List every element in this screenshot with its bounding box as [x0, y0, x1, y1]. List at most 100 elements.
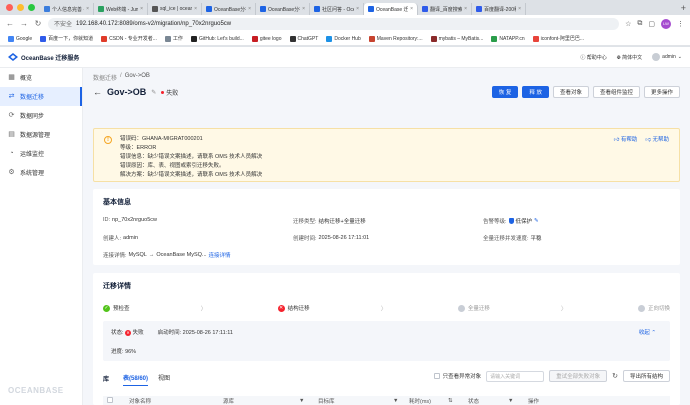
bookmark-label: GitHub: Let's build... [198, 35, 244, 42]
view-monitor-button[interactable]: 查看组件监控 [592, 86, 640, 98]
bookmark-item[interactable]: Google [8, 35, 32, 42]
close-tab-icon[interactable]: × [410, 6, 413, 12]
tab-favicon-icon [314, 6, 320, 12]
browser-tab[interactable]: 社区问答 - Ocean× [310, 3, 364, 15]
tab-views[interactable]: 视图 [158, 373, 170, 386]
browser-tab[interactable]: OceanBase 迁移服× [364, 3, 418, 15]
source-db-type: MySQL [128, 252, 147, 258]
close-tab-icon[interactable]: × [464, 6, 467, 12]
sidebar-item[interactable]: ▦ 概览 [0, 68, 82, 87]
browser-tab[interactable]: 百度翻译-200种 × [472, 3, 526, 15]
bookmark-item[interactable]: NATAPP.cn [491, 35, 525, 42]
back-nav-icon[interactable]: ← [6, 19, 14, 28]
created-time-value: 2025-08-26 17:11:01 [318, 235, 370, 241]
bookmark-label: iconfont-阿里巴巴... [540, 36, 584, 42]
browser-tab[interactable]: OceanBase分布式× [202, 3, 256, 15]
close-tab-icon[interactable]: × [302, 6, 305, 12]
sidepanel-icon[interactable]: ▢ [648, 20, 655, 28]
step-switch[interactable]: 正向切换 [637, 304, 670, 312]
tab-favicon-icon [152, 6, 158, 12]
filter-icon[interactable]: ▼ [393, 398, 398, 404]
tab-tables[interactable]: 表(58/60) [123, 373, 149, 386]
view-objects-button[interactable]: 查看对象 [552, 86, 589, 98]
sort-icon[interactable]: ⇅ [448, 398, 453, 404]
retry-failed-button[interactable]: 重试全部失败对象 [549, 370, 608, 382]
close-tab-icon[interactable]: × [248, 6, 251, 12]
menu-icon[interactable]: ⋮ [677, 20, 684, 28]
bookmark-item[interactable]: gitee logo [251, 35, 282, 42]
sidebar-item[interactable]: ⇄ 数据迁移 [0, 87, 82, 106]
step-schema[interactable]: ✕ 结构迁移 [277, 304, 310, 312]
bookmark-item[interactable]: iconfont-阿里巴巴... [532, 35, 584, 42]
edit-icon[interactable]: ✎ [151, 89, 156, 96]
breadcrumb-separator: / [120, 73, 122, 79]
bookmark-star-icon[interactable]: ☆ [625, 20, 631, 28]
sidebar-item[interactable]: ▤ 数据源管理 [0, 125, 82, 144]
step-precheck[interactable]: ✓ 预检查 [103, 304, 130, 312]
bookmark-item[interactable]: mybatis – MyBatis... [430, 35, 483, 42]
bookmark-item[interactable]: 工作 [164, 35, 183, 42]
breadcrumb-parent[interactable]: 数据迁移 [93, 73, 117, 82]
progress-value: 96% [125, 349, 137, 355]
reload-icon[interactable]: ↻ [34, 19, 42, 28]
browser-tab[interactable]: OceanBase分布式× [256, 3, 310, 15]
more-actions-button[interactable]: 更多操作 [643, 86, 680, 98]
connection-details-link[interactable]: 连接详情 [209, 251, 231, 259]
user-menu[interactable]: admin ⌄ [652, 53, 682, 61]
bookmark-item[interactable]: ChatGPT [289, 35, 318, 42]
bookmark-item[interactable]: GitHub: Let's build... [190, 35, 244, 42]
unhelpful-button[interactable]: 👎︎ 无帮助 [645, 135, 669, 143]
edit-alert-icon[interactable]: ✎ [534, 218, 539, 224]
extensions-icon[interactable]: ⧉ [637, 20, 642, 28]
forward-nav-icon[interactable]: → [20, 19, 28, 28]
release-button[interactable]: 释 放 [522, 86, 549, 98]
bookmark-item[interactable]: CSDN - 专业开发者... [101, 35, 157, 42]
bookmark-item[interactable]: Maven Repository:... [368, 35, 423, 42]
address-bar: ← → ↻ 不安全 192.168.40.172:8089/oms-v2/mig… [0, 15, 690, 32]
check-icon: ✓ [103, 304, 110, 312]
tab-favicon-icon [476, 6, 482, 12]
close-window-button[interactable] [6, 4, 13, 11]
only-abnormal-checkbox[interactable]: 只查看异常对象 [433, 372, 482, 380]
new-tab-button[interactable]: + [677, 3, 690, 13]
bookmark-item[interactable]: 百度一下，你就知道 [40, 35, 93, 42]
creator-value: admin [123, 235, 139, 241]
filter-icon[interactable]: ▼ [508, 398, 513, 404]
language-switch[interactable]: 🌐︎ 简体中文 [617, 54, 642, 61]
sidebar-item[interactable]: ⚙ 系统管理 [0, 163, 82, 182]
back-arrow-icon[interactable]: ← [93, 87, 102, 97]
bookmark-label: gitee logo [259, 35, 282, 42]
helpful-button[interactable]: 👍︎ 有帮助 [614, 135, 638, 143]
bookmark-item[interactable]: Docker Hub [326, 35, 361, 42]
maximize-window-button[interactable] [28, 4, 35, 11]
browser-tab[interactable]: Web终端 - Jump× [94, 3, 148, 15]
url-field[interactable]: 不安全 192.168.40.172:8089/oms-v2/migration… [48, 17, 620, 30]
step-full[interactable]: 全量迁移 [457, 304, 490, 312]
close-tab-icon[interactable]: × [518, 6, 521, 12]
collapse-button[interactable]: 收起 ⌃ [639, 328, 656, 336]
sidebar-item[interactable]: ◔ 运维监控 [0, 144, 82, 163]
resume-button[interactable]: 恢 复 [491, 86, 519, 98]
help-center-link[interactable]: ⓘ 帮助中心 [580, 54, 606, 61]
sidebar-item-label: 概览 [20, 76, 33, 82]
search-input[interactable]: 请输入关键词 [486, 370, 545, 382]
export-structure-button[interactable]: 导出所有结构 [622, 370, 670, 382]
minimize-window-button[interactable] [17, 4, 24, 11]
only-abnormal-label: 只查看异常对象 [442, 374, 482, 380]
browser-tab[interactable]: sql_ice | ocean × [148, 3, 202, 15]
step-arrow-icon: 〉 [380, 306, 387, 313]
sidebar-item[interactable]: ⟳ 数据同步 [0, 106, 82, 125]
close-tab-icon[interactable]: × [140, 6, 143, 12]
select-all-checkbox[interactable] [107, 396, 113, 405]
close-tab-icon[interactable]: × [86, 6, 89, 12]
start-time-value: 2025-08-26 17:11:11 [182, 330, 233, 336]
profile-avatar[interactable]: LW [661, 18, 671, 29]
close-tab-icon[interactable]: × [356, 6, 359, 12]
filter-icon[interactable]: ▼ [299, 398, 304, 404]
close-tab-icon[interactable]: × [194, 6, 197, 12]
browser-tab[interactable]: 翻译_百度搜索 × [418, 3, 472, 15]
refresh-icon[interactable]: ↻ [612, 372, 618, 380]
brand-logo[interactable]: OceanBase 迁移服务 [8, 53, 79, 62]
id-value: np_70x2nrguo5cw [112, 217, 157, 223]
browser-tab[interactable]: 个人信息完善 - Jira× [40, 3, 94, 15]
